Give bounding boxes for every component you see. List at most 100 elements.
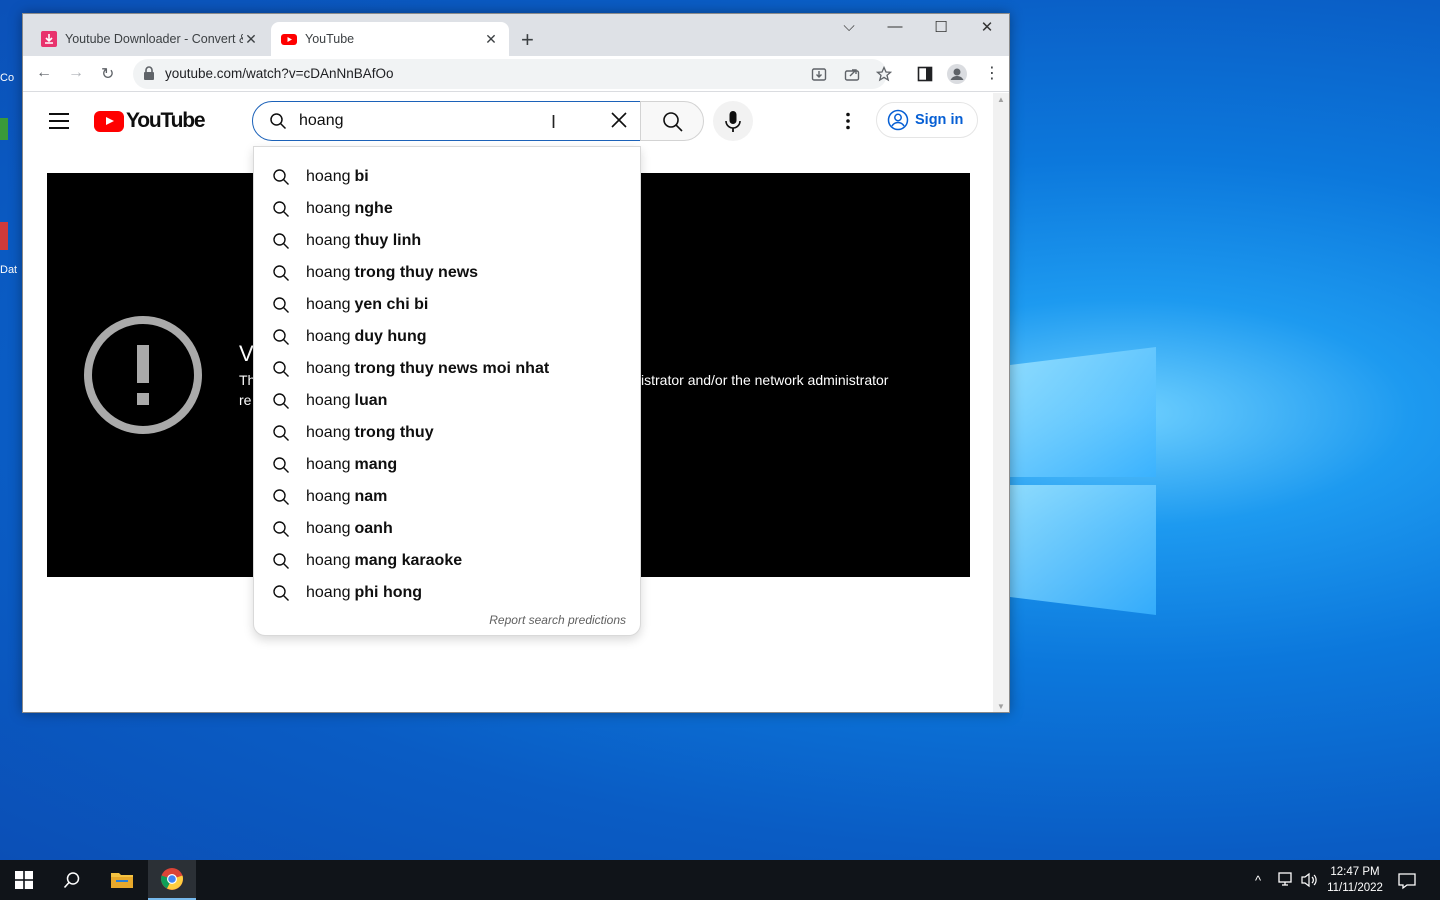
suggestion-completion: nam xyxy=(354,488,388,505)
search-box[interactable]: I xyxy=(252,101,641,141)
suggestion-prefix: hoang xyxy=(306,552,351,569)
desktop-icon[interactable] xyxy=(0,118,8,140)
search-suggestion[interactable]: hoang duy hung xyxy=(254,321,640,353)
suggestion-prefix: hoang xyxy=(306,424,351,441)
search-icon xyxy=(273,393,289,409)
search-icon xyxy=(273,521,289,537)
windows-start-icon xyxy=(15,871,33,889)
clock-date: 11/11/2022 xyxy=(1327,882,1383,894)
search-suggestion[interactable]: hoang mang karaoke xyxy=(254,545,640,577)
tab-title: Youtube Downloader - Convert & Downl xyxy=(65,32,243,46)
suggestion-completion: mang xyxy=(354,456,398,473)
suggestion-completion: bi xyxy=(354,168,369,185)
tab-youtube[interactable]: YouTube ✕ xyxy=(271,22,509,56)
notifications-icon[interactable] xyxy=(1398,872,1416,890)
back-icon[interactable]: ← xyxy=(36,64,52,82)
bookmark-star-icon[interactable] xyxy=(876,66,892,82)
browser-menu-icon[interactable]: ⋮ xyxy=(984,63,1000,83)
scroll-up-icon[interactable]: ▲ xyxy=(997,95,1005,104)
suggestion-prefix: hoang xyxy=(306,168,351,185)
clear-search-icon[interactable] xyxy=(609,110,629,130)
search-icon xyxy=(273,585,289,601)
search-suggestion[interactable]: hoang bi xyxy=(254,161,640,193)
search-icon xyxy=(273,297,289,313)
search-suggestion[interactable]: hoang nam xyxy=(254,481,640,513)
suggestion-completion: luan xyxy=(354,392,388,409)
show-hidden-icons[interactable]: ^ xyxy=(1255,860,1261,900)
more-options-icon[interactable] xyxy=(838,111,858,131)
search-suggestions: hoang bi hoang nghe hoang thuy linh hoang trong… xyxy=(253,146,641,636)
tab-strip: Youtube Downloader - Convert & Downl ✕ Y… xyxy=(23,14,1009,56)
volume-icon[interactable] xyxy=(1301,872,1319,888)
taskbar-chrome[interactable] xyxy=(148,860,196,900)
clock-time: 12:47 PM xyxy=(1330,866,1380,878)
lock-icon[interactable] xyxy=(143,66,155,80)
forward-icon[interactable]: → xyxy=(68,64,84,82)
sign-in-label: Sign in xyxy=(915,112,964,128)
browser-window: Youtube Downloader - Convert & Downl ✕ Y… xyxy=(22,13,1010,713)
downloader-favicon-icon xyxy=(41,31,57,47)
search-suggestion[interactable]: hoang nghe xyxy=(254,193,640,225)
youtube-logo[interactable]: YouTube xyxy=(94,109,206,133)
search-suggestion[interactable]: hoang trong thuy xyxy=(254,417,640,449)
new-tab-button[interactable]: + xyxy=(521,27,534,53)
search-icon xyxy=(273,457,289,473)
close-window-button[interactable]: ✕ xyxy=(964,18,1009,36)
taskbar: ^ 12:47 PM 11/11/2022 xyxy=(0,860,1440,900)
minimize-button[interactable]: — xyxy=(872,18,918,35)
search-button[interactable] xyxy=(640,101,704,141)
suggestion-completion: mang karaoke xyxy=(354,552,463,569)
maximize-button[interactable]: ☐ xyxy=(918,18,964,36)
network-icon[interactable] xyxy=(1278,872,1296,888)
search-icon xyxy=(273,553,289,569)
tab-close-icon[interactable]: ✕ xyxy=(243,31,259,48)
search-suggestion[interactable]: hoang phi hong xyxy=(254,577,640,609)
page-scrollbar[interactable]: ▲ ▼ xyxy=(993,93,1009,712)
voice-search-button[interactable] xyxy=(713,101,753,141)
suggestion-prefix: hoang xyxy=(306,296,351,313)
search-icon xyxy=(273,425,289,441)
suggestion-completion: thuy linh xyxy=(354,232,422,249)
search-suggestion[interactable]: hoang oanh xyxy=(254,513,640,545)
suggestion-completion: oanh xyxy=(354,520,393,537)
side-panel-icon[interactable] xyxy=(917,66,933,82)
scroll-down-icon[interactable]: ▼ xyxy=(997,702,1005,711)
suggestion-completion: yen chi bi xyxy=(354,296,429,313)
search-suggestion[interactable]: hoang mang xyxy=(254,449,640,481)
desktop-icon-label[interactable]: Dat xyxy=(0,264,22,276)
taskbar-search-button[interactable] xyxy=(48,860,96,900)
search-suggestion[interactable]: hoang luan xyxy=(254,385,640,417)
search-suggestion[interactable]: hoang trong thuy news xyxy=(254,257,640,289)
desktop-icon[interactable] xyxy=(0,222,8,250)
suggestion-prefix: hoang xyxy=(306,264,351,281)
youtube-play-icon xyxy=(94,110,124,132)
menu-icon[interactable] xyxy=(49,113,69,134)
error-message-line2: re xyxy=(239,392,252,408)
install-app-icon[interactable] xyxy=(811,66,827,82)
youtube-favicon-icon xyxy=(281,34,297,45)
share-icon[interactable] xyxy=(844,66,860,82)
reload-icon[interactable]: ↻ xyxy=(101,64,114,84)
windows-logo-icon xyxy=(1010,347,1156,615)
search-suggestion[interactable]: hoang yen chi bi xyxy=(254,289,640,321)
taskbar-clock[interactable]: 12:47 PM 11/11/2022 xyxy=(1320,864,1390,896)
taskbar-file-explorer[interactable] xyxy=(98,860,146,900)
microphone-icon xyxy=(725,111,741,132)
start-button[interactable] xyxy=(0,860,48,900)
search-suggestion[interactable]: hoang thuy linh xyxy=(254,225,640,257)
profile-avatar-icon[interactable] xyxy=(947,64,967,84)
suggestion-prefix: hoang xyxy=(306,488,351,505)
desktop-icon-label[interactable]: Co xyxy=(0,72,22,84)
suggestion-completion: nghe xyxy=(354,200,393,217)
account-icon xyxy=(887,109,909,131)
sign-in-button[interactable]: Sign in xyxy=(876,102,978,138)
tab-close-icon[interactable]: ✕ xyxy=(483,31,499,48)
address-bar[interactable]: youtube.com/watch?v=cDAnNnBAfOo xyxy=(133,59,892,89)
report-predictions-link[interactable]: Report search predictions xyxy=(489,613,626,627)
suggestion-prefix: hoang xyxy=(306,328,351,345)
search-icon xyxy=(273,169,289,185)
search-suggestion[interactable]: hoang trong thuy news moi nhat xyxy=(254,353,640,385)
url-text[interactable]: youtube.com/watch?v=cDAnNnBAfOo xyxy=(165,66,394,81)
tab-youtube-downloader[interactable]: Youtube Downloader - Convert & Downl ✕ xyxy=(31,22,269,56)
tab-search-icon[interactable]: ⌵ xyxy=(826,18,872,35)
